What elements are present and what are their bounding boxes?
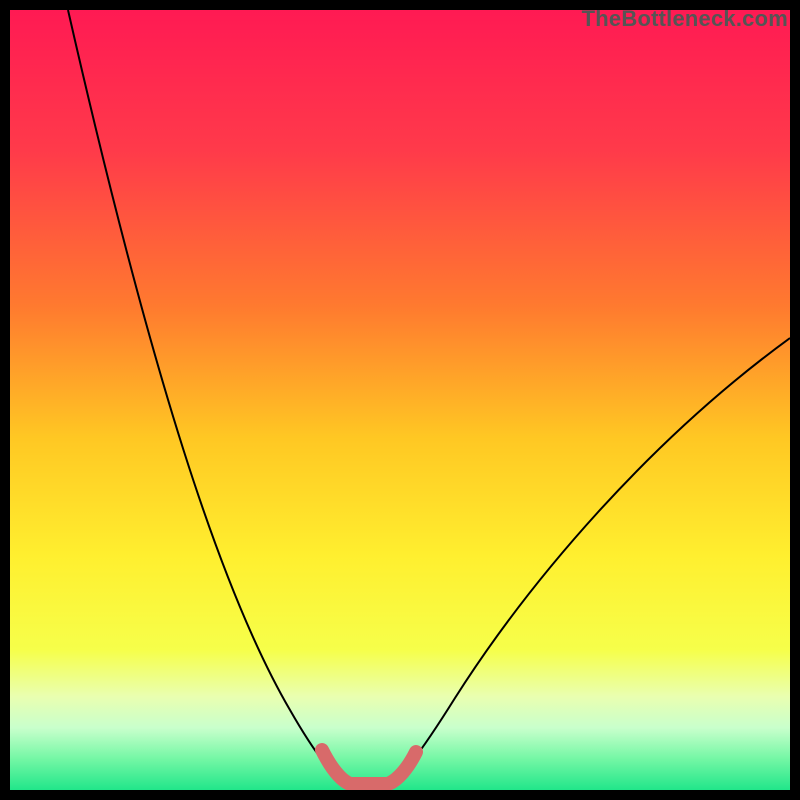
watermark-text: TheBottleneck.com	[582, 6, 788, 32]
chart-frame: TheBottleneck.com	[0, 0, 800, 800]
chart-background	[10, 10, 790, 790]
bottleneck-chart	[10, 10, 790, 790]
